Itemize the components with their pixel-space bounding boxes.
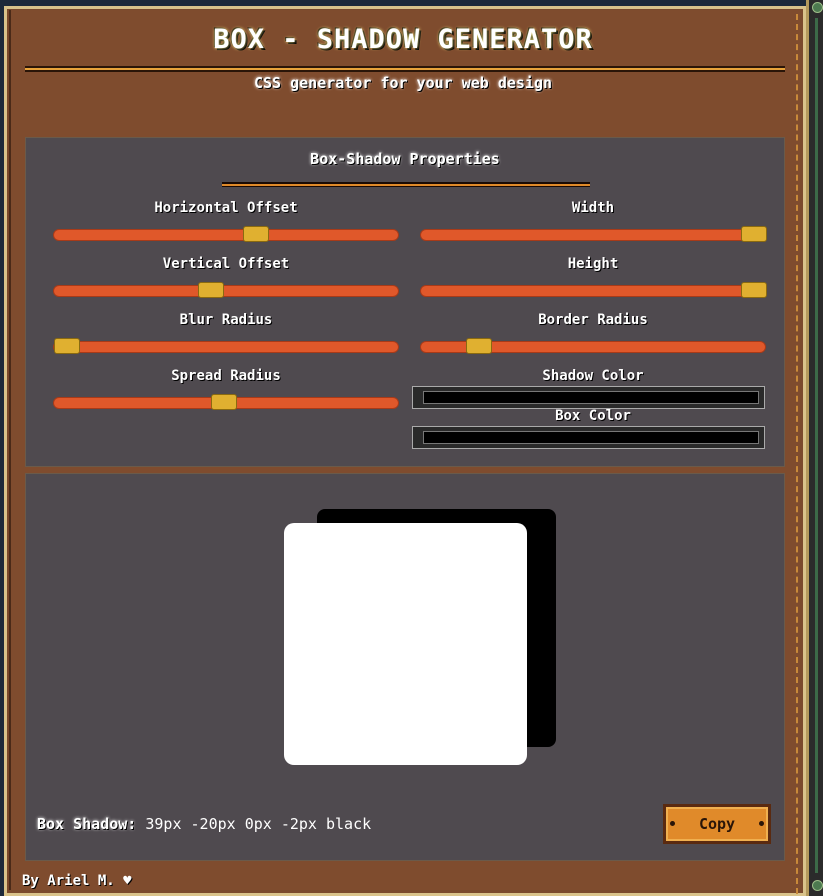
shadow-output: Box Shadow: 39px -20px 0px -2px black xyxy=(37,815,371,833)
blur-radius-label: Blur Radius xyxy=(179,312,273,328)
width-thumb[interactable] xyxy=(741,226,767,242)
spread-radius-thumb[interactable] xyxy=(210,394,237,410)
app-window: BOX - SHADOW GENERATOR CSS generator for… xyxy=(0,0,823,896)
copy-rivet-right xyxy=(759,821,764,826)
blur-radius-thumb[interactable] xyxy=(54,338,80,354)
properties-panel: Box-Shadow Properties Horizontal Offset … xyxy=(25,137,785,467)
dashed-rail xyxy=(796,14,800,894)
blur-radius-control: Blur Radius xyxy=(53,312,399,354)
shadow-color-swatch[interactable] xyxy=(423,391,759,404)
spread-radius-label: Spread Radius xyxy=(171,368,281,384)
copy-button-label: Copy xyxy=(698,815,736,833)
border-radius-slider[interactable] xyxy=(420,338,766,354)
box-color-label: Box Color xyxy=(555,408,631,424)
copy-button[interactable]: Copy xyxy=(663,804,771,844)
horizontal-offset-control: Horizontal Offset xyxy=(53,200,399,242)
horizontal-offset-label: Horizontal Offset xyxy=(154,200,298,216)
copy-rivet-left xyxy=(670,821,675,826)
width-label: Width xyxy=(571,200,615,216)
preview-panel: Box Shadow: 39px -20px 0px -2px black Co… xyxy=(25,473,785,861)
preview-box xyxy=(284,523,527,765)
vertical-offset-label: Vertical Offset xyxy=(162,256,290,272)
page-subtitle: CSS generator for your web design xyxy=(253,74,552,92)
width-slider[interactable] xyxy=(420,226,767,242)
border-radius-thumb[interactable] xyxy=(465,338,492,354)
vertical-offset-control: Vertical Offset xyxy=(53,256,399,298)
horizontal-offset-thumb[interactable] xyxy=(242,226,269,242)
shadow-color-control: Shadow Color xyxy=(420,368,766,388)
spread-radius-control: Spread Radius xyxy=(53,368,399,410)
shadow-color-picker[interactable] xyxy=(412,386,765,409)
box-color-control: Box Color xyxy=(420,408,766,428)
properties-title: Box-Shadow Properties xyxy=(310,150,500,168)
border-radius-label: Border Radius xyxy=(538,312,648,328)
width-control: Width xyxy=(420,200,767,242)
shadow-output-value: 39px -20px 0px -2px black xyxy=(145,815,372,833)
height-slider[interactable] xyxy=(420,282,767,298)
height-control: Height xyxy=(420,256,767,298)
properties-divider xyxy=(222,182,590,187)
shadow-output-label: Box Shadow: xyxy=(37,815,137,833)
page-scrollbar[interactable] xyxy=(806,0,823,896)
horizontal-offset-slider[interactable] xyxy=(53,226,399,242)
page-title: BOX - SHADOW GENERATOR xyxy=(213,24,593,55)
height-thumb[interactable] xyxy=(741,282,767,298)
border-radius-control: Border Radius xyxy=(420,312,766,354)
blur-radius-slider[interactable] xyxy=(53,338,399,354)
box-color-swatch[interactable] xyxy=(423,431,759,444)
shadow-color-label: Shadow Color xyxy=(542,368,644,384)
box-color-picker[interactable] xyxy=(412,426,765,449)
scrollbar-track[interactable] xyxy=(815,18,818,873)
scrollbar-bottom-knob[interactable] xyxy=(812,880,823,891)
height-label: Height xyxy=(567,256,619,272)
spread-radius-slider[interactable] xyxy=(53,394,399,410)
title-divider xyxy=(25,66,785,72)
scrollbar-top-knob[interactable] xyxy=(812,2,823,13)
vertical-offset-slider[interactable] xyxy=(53,282,399,298)
vertical-offset-thumb[interactable] xyxy=(198,282,224,298)
footer-credit: By Ariel M. ♥ xyxy=(22,873,132,889)
